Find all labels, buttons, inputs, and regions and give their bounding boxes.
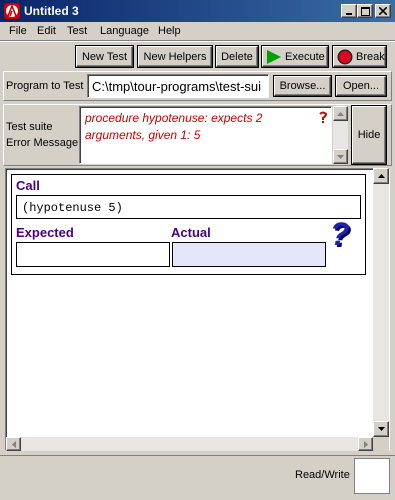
error-message-line1: procedure hypotenuse: expects 2 <box>85 111 263 125</box>
arrow-right-icon <box>363 440 368 448</box>
error-label-line2: Error Message <box>6 137 79 149</box>
expected-label: Expected <box>16 225 74 240</box>
test-scroll-left[interactable] <box>6 437 21 451</box>
test-area-vscrollbar[interactable] <box>373 168 389 437</box>
menu-edit[interactable]: Edit <box>37 25 56 37</box>
execute-button[interactable]: Execute <box>262 46 328 67</box>
arrow-up-icon <box>377 174 385 178</box>
status-indicator-box <box>354 458 390 494</box>
hide-button[interactable]: Hide <box>352 106 386 164</box>
open-button[interactable]: Open... <box>336 76 386 96</box>
window-title: Untitled 3 <box>24 4 79 18</box>
arrow-down-icon <box>337 154 344 159</box>
menu-test[interactable]: Test <box>67 25 87 37</box>
arrow-left-icon <box>11 440 16 448</box>
app-icon <box>4 3 20 19</box>
error-scroll-up[interactable] <box>333 106 348 121</box>
error-label-line1: Test suite <box>6 121 53 133</box>
error-scroll-down[interactable] <box>333 149 348 164</box>
error-source-icon[interactable] <box>318 111 328 123</box>
call-expression-field[interactable]: (hypotenuse 5) <box>16 195 361 219</box>
expected-field[interactable] <box>16 242 170 267</box>
call-label: Call <box>16 178 40 193</box>
arrow-down-icon <box>377 427 385 431</box>
maximize-button[interactable] <box>357 4 373 18</box>
unknown-result-icon: ? <box>330 216 350 252</box>
test-area-hscrollbar[interactable] <box>6 437 373 451</box>
play-icon <box>267 49 281 64</box>
menu-divider-highlight <box>0 41 395 42</box>
error-message-line2: arguments, given 1: 5 <box>85 128 201 142</box>
program-label: Program to Test <box>6 80 84 92</box>
minimize-button[interactable] <box>341 4 357 18</box>
scroll-corner <box>373 437 389 451</box>
close-button[interactable] <box>375 4 391 18</box>
new-helpers-button[interactable]: New Helpers <box>138 46 212 67</box>
browse-button[interactable]: Browse... <box>274 76 331 96</box>
actual-label: Actual <box>171 225 211 240</box>
test-scroll-right[interactable] <box>358 437 373 451</box>
menu-help[interactable]: Help <box>158 25 181 37</box>
test-scroll-up[interactable] <box>373 168 389 184</box>
delete-button[interactable]: Delete <box>216 46 258 67</box>
execute-label: Execute <box>285 50 325 63</box>
status-divider <box>0 455 395 456</box>
menu-language[interactable]: Language <box>100 25 149 37</box>
new-test-button[interactable]: New Test <box>76 46 133 67</box>
menu-file[interactable]: File <box>9 25 27 37</box>
arrow-up-icon <box>337 111 344 116</box>
program-path-field[interactable]: C:\tmp\tour-programs\test-sui <box>87 74 269 98</box>
actual-field <box>172 242 326 267</box>
read-write-status: Read/Write <box>295 469 350 481</box>
close-icon <box>379 7 387 15</box>
stop-icon <box>337 49 353 64</box>
test-scroll-down[interactable] <box>373 421 389 437</box>
minimize-icon <box>346 13 352 15</box>
maximize-icon <box>360 6 370 16</box>
break-button[interactable]: Break <box>333 46 386 67</box>
break-label: Break <box>356 50 385 63</box>
